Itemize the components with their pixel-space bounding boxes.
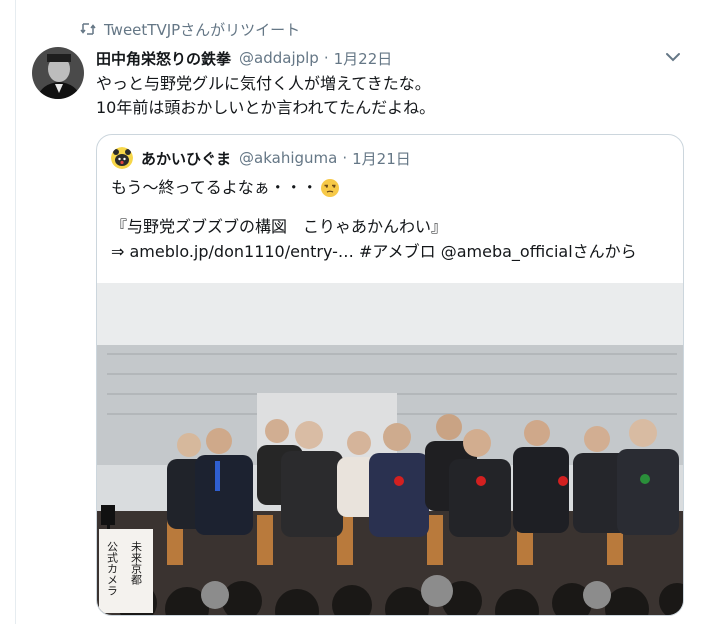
quote-author-name[interactable]: あかいひぐま [141,148,231,169]
author-handle[interactable]: @addajplp [239,49,319,67]
arrow-glyph: ⇒ [111,242,125,261]
mention-suffix: さんから [572,242,637,261]
quote-url-link[interactable]: ameblo.jp/don1110/entry-… [130,239,354,264]
retweet-context[interactable]: TweetTVJPさんがリツイート [80,18,300,40]
avatar-image [32,47,84,99]
avatar[interactable] [32,47,84,99]
chevron-down-icon[interactable] [664,50,682,64]
quote-text-line: ⇒ ameblo.jp/don1110/entry-… #アメブロ @ameba… [111,239,671,264]
quoted-tweet[interactable]: あかいひぐま @akahiguma · 1月21日 もう〜終ってるよなぁ・・・ … [96,134,684,616]
quote-text-line: 『与野党ズブズブの構図 こりゃあかんわい』 [111,217,448,236]
quote-header: あかいひぐま @akahiguma · 1月21日 [141,146,411,170]
quote-avatar[interactable] [111,147,133,169]
unamused-face-emoji [320,178,339,197]
quote-line-1: もう〜終ってるよなぁ・・・ [111,178,318,197]
author-name[interactable]: 田中角栄怒りの鉄拳 [96,48,231,69]
tweet-text-line: やっと与野党グルに気付く人が増えてきたな。 [96,74,431,93]
tweet-header: 田中角栄怒りの鉄拳 @addajplp · 1月22日 [96,46,392,70]
timeline-left-rule [15,0,16,624]
quote-date[interactable]: 1月21日 [352,148,411,169]
photo-caption-left: 公式カメラ [106,541,119,596]
tweet-text: やっと与野党グルに気付く人が増えてきたな。 10年前は頭おかしいとか言われてたん… [96,72,686,120]
photo-caption-right: 未来京都 [130,541,143,585]
separator: · [342,149,348,167]
retweet-text: TweetTVJPさんがリツイート [104,20,301,39]
hashtag-link[interactable]: #アメブロ [359,239,436,264]
tweet-text-line: 10年前は頭おかしいとか言われてたんだよね。 [96,98,436,117]
quote-text: もう〜終ってるよなぁ・・・ 『与野党ズブズブの構図 こりゃあかんわい』 ⇒ am… [111,175,671,264]
quote-author-handle[interactable]: @akahiguma [239,149,337,167]
separator: · [323,49,329,67]
quote-photo[interactable]: 公式カメラ 未来京都 [97,283,683,615]
retweet-icon [80,23,96,35]
quote-text-line: もう〜終ってるよなぁ・・・ [111,175,671,200]
mention-link[interactable]: @ameba_official [441,239,573,264]
tweet-date[interactable]: 1月22日 [334,48,393,69]
